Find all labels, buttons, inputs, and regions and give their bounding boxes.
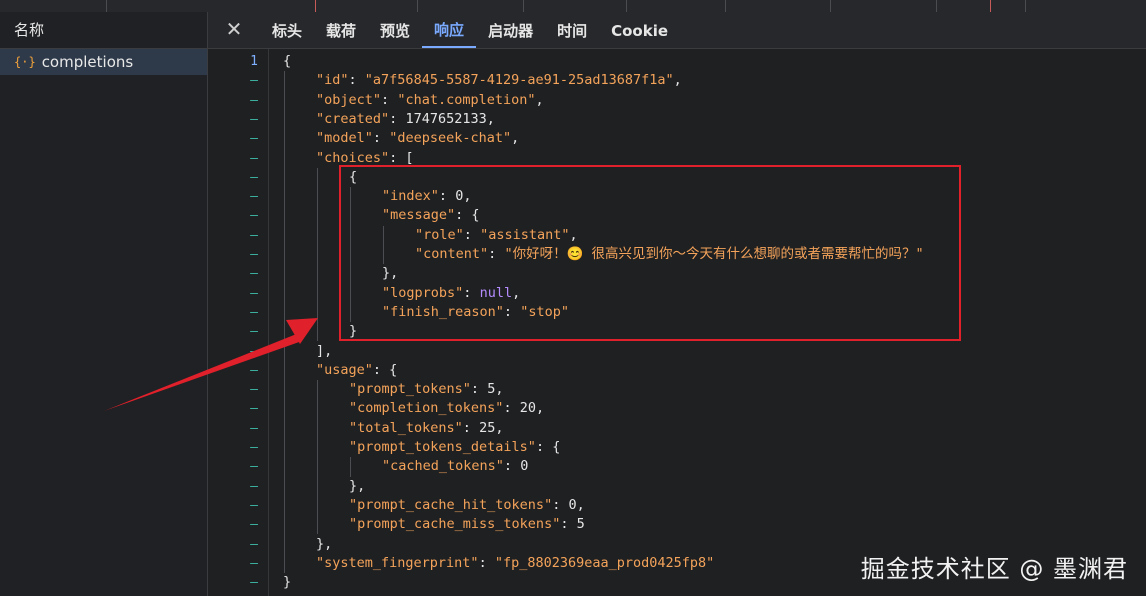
line-number: – [250,575,258,591]
tab-cookies[interactable]: Cookie [599,12,680,48]
line-number: – [250,343,258,359]
code-line: "cached_tokens": 0 [382,458,529,475]
line-number: – [250,401,258,417]
code-line: "created": 1747652133, [316,110,495,127]
line-number: – [250,189,258,205]
code-line: "total_tokens": 25, [349,419,504,436]
indent-guide [317,380,318,535]
line-number: – [250,150,258,166]
line-number: – [250,247,258,262]
timeline-tick [626,0,627,12]
line-number: – [250,555,258,571]
request-row-completions[interactable]: {·} completions [0,49,207,75]
code-line: ], [316,342,333,359]
line-number: – [250,285,258,301]
line-number: – [250,92,258,108]
code-line: "system_fingerprint": "fp_8802369eaa_pro… [316,554,715,571]
code-line: "prompt_cache_miss_tokens": 5 [349,516,585,533]
line-number: – [250,208,258,224]
line-number: – [250,478,258,494]
tab-headers[interactable]: 标头 [260,12,314,48]
code-line: "id": "a7f56845-5587-4129-ae91-25ad13687… [316,72,682,89]
line-number: – [250,304,258,320]
line-number: – [250,382,258,398]
timeline-tick [106,0,107,12]
line-number: – [250,324,258,340]
tab-timing[interactable]: 时间 [545,12,599,48]
line-number: – [250,73,258,89]
detail-tab-bar: ✕ 标头 载荷 预览 响应 启动器 时间 Cookie [208,12,1146,49]
line-number: – [250,266,258,282]
code-line: "prompt_tokens": 5, [349,381,504,398]
line-number: – [250,440,258,455]
code-line: "model": "deepseek-chat", [316,130,520,147]
name-column-header[interactable]: 名称 [0,12,207,49]
code-line: { [283,53,292,69]
line-number: – [250,536,258,552]
line-number: – [250,497,258,513]
indent-guide [350,457,351,477]
line-number: – [250,111,258,127]
code-line: "object": "chat.completion", [316,91,544,108]
line-number: – [250,420,258,436]
timeline-tick [1025,0,1026,12]
code-line: }, [349,477,366,494]
code-line: } [283,574,292,591]
request-list-panel: 名称 {·} completions [0,12,208,596]
line-number: – [250,227,258,243]
code-line: "prompt_cache_hit_tokens": 0, [349,496,585,513]
code-line: }, [316,535,333,552]
code-line: "usage": { [316,361,398,378]
timeline-tick [417,0,418,12]
tab-response[interactable]: 响应 [422,12,477,48]
code-line: "completion_tokens": 20, [349,400,545,417]
line-number: – [250,131,258,147]
timeline-tick [315,0,316,12]
indent-guide [317,167,318,342]
highlight-box [339,165,961,341]
timeline-tick [990,0,991,12]
json-icon: {·} [14,55,36,69]
request-name: completions [41,53,134,71]
tab-preview[interactable]: 预览 [368,12,422,48]
code-line: "prompt_tokens_details": { [349,439,561,455]
line-number-gutter: 1 – – – – – – – – – – – – – – – – – – – – – – – – – – – [208,49,268,596]
close-icon[interactable]: ✕ [208,12,260,48]
gutter-separator [268,49,269,596]
line-number: – [250,362,258,378]
timeline-tick [523,0,524,12]
tab-payload[interactable]: 载荷 [314,12,368,48]
timeline-tick [830,0,831,12]
tab-initiator[interactable]: 启动器 [476,12,545,48]
line-number: – [250,169,258,185]
timeline-tick [725,0,726,12]
line-number: – [250,517,258,533]
timeline-tick [936,0,937,12]
indent-guide [284,71,285,574]
line-number: – [250,459,258,475]
line-number: 1 [250,54,258,69]
watermark: 掘金技术社区 @ 墨渊君 [860,555,1128,583]
